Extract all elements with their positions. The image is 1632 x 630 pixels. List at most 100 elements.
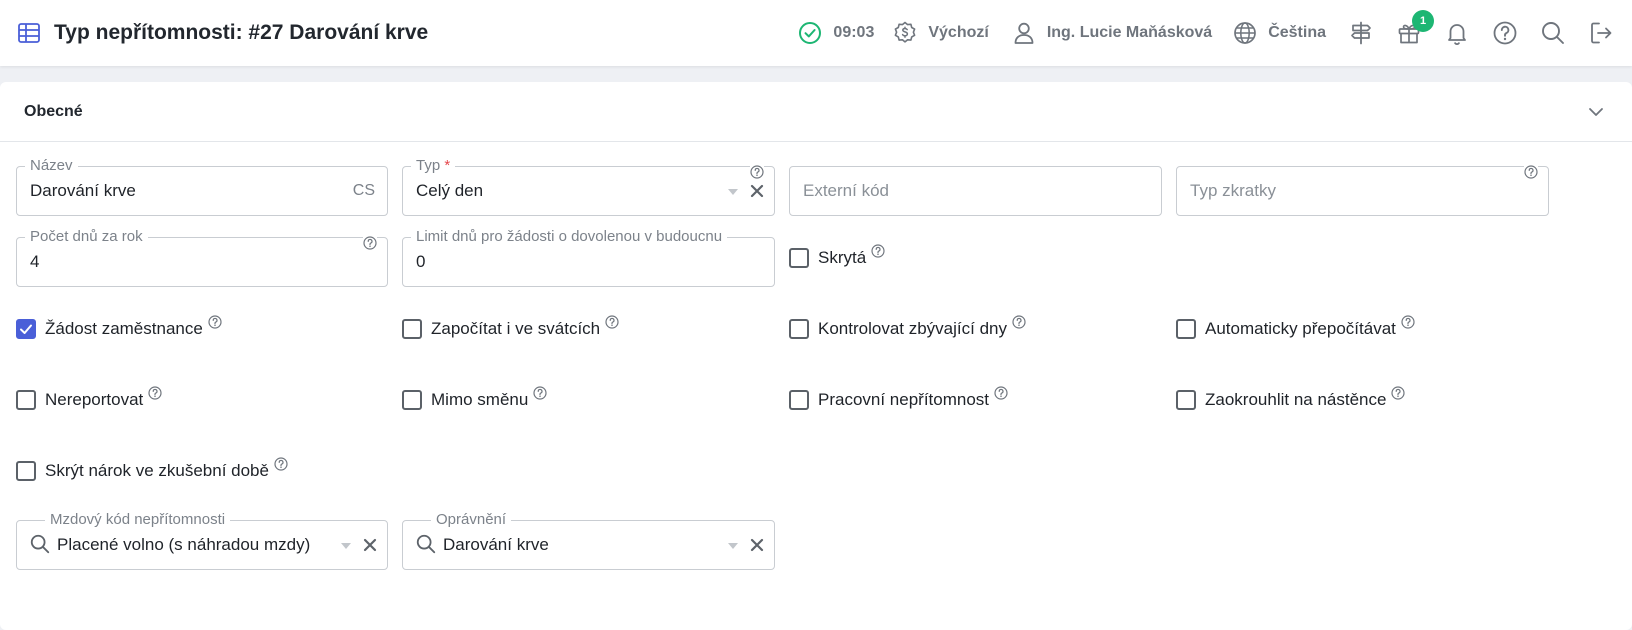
required-mark: * <box>444 157 451 174</box>
round-on-dashboard-label: Zaokrouhlit na nástěnce <box>1205 390 1387 409</box>
section-title: Obecné <box>24 102 83 120</box>
round-on-dashboard-checkbox[interactable]: Zaokrouhlit na nástěnce <box>1176 390 1405 410</box>
payroll-code-value: Placené volno (s náhradou mzdy) <box>57 535 311 554</box>
type-select-label: Typ * <box>411 157 456 175</box>
question-circle-icon <box>1493 21 1517 45</box>
help-icon[interactable] <box>1012 315 1026 329</box>
outside-shift-checkbox[interactable]: Mimo směnu <box>402 390 547 410</box>
check-remaining-days-checkbox[interactable]: Kontrolovat zbývající dny <box>789 319 1026 339</box>
external-code-input[interactable] <box>791 168 1160 214</box>
logout-icon <box>1591 22 1612 44</box>
logout-button[interactable] <box>1588 20 1614 46</box>
section-header[interactable]: Obecné <box>0 82 1632 142</box>
days-per-year-field[interactable]: Počet dnů za rok 4 <box>16 228 388 287</box>
employee-request-label: Žádost zaměstnance <box>45 319 203 338</box>
caret-down-icon[interactable] <box>728 189 738 195</box>
gift-badge: 1 <box>1412 10 1434 32</box>
search-icon <box>415 533 437 555</box>
signpost-button[interactable] <box>1348 20 1374 46</box>
auto-recalculate-label: Automaticky přepočítávat <box>1205 319 1396 338</box>
bell-icon <box>1448 24 1466 45</box>
caret-down-icon[interactable] <box>341 543 351 549</box>
days-per-year-value[interactable]: 4 <box>30 252 39 272</box>
clear-icon[interactable] <box>750 538 764 552</box>
help-icon[interactable] <box>533 386 547 400</box>
name-field-value[interactable]: Darování krve <box>30 181 136 201</box>
permission-label: Oprávnění <box>431 511 512 529</box>
permission-select[interactable]: Oprávnění Darování krve <box>402 511 775 570</box>
checkbox-box[interactable] <box>16 390 36 410</box>
currency-profile-label: Výchozí <box>928 24 989 41</box>
checkbox-box[interactable] <box>1176 390 1196 410</box>
help-icon[interactable] <box>1401 315 1415 329</box>
permission-value: Darování krve <box>443 535 549 554</box>
do-not-report-checkbox[interactable]: Nereportovat <box>16 390 162 410</box>
checkbox-box[interactable] <box>402 319 422 339</box>
general-section-card: Obecné Název Darování krve CS Typ * Celý… <box>0 82 1632 630</box>
gift-button[interactable]: 1 <box>1396 10 1434 46</box>
future-days-limit-value[interactable]: 0 <box>416 252 425 272</box>
count-holidays-checkbox[interactable]: Započítat i ve svátcích <box>402 319 619 339</box>
count-holidays-label: Započítat i ve svátcích <box>431 319 601 338</box>
help-icon[interactable] <box>208 315 222 329</box>
help-icon[interactable] <box>1391 386 1405 400</box>
outside-shift-label: Mimo směnu <box>431 390 529 409</box>
name-field[interactable]: Název Darování krve CS <box>16 157 388 216</box>
clear-icon[interactable] <box>363 538 377 552</box>
checkbox-box-checked[interactable] <box>16 319 36 339</box>
checkbox-box[interactable] <box>789 390 809 410</box>
dollar-badge-icon <box>894 21 916 43</box>
currency-profile[interactable]: Výchozí <box>892 20 989 46</box>
help-icon[interactable] <box>994 386 1008 400</box>
help-icon[interactable] <box>363 236 377 250</box>
hide-entitlement-probation-checkbox[interactable]: Skrýt nárok ve zkušební době <box>16 461 288 481</box>
do-not-report-label: Nereportovat <box>45 390 144 409</box>
user-icon <box>1014 22 1034 44</box>
help-icon[interactable] <box>274 457 288 471</box>
future-days-limit-field[interactable]: Limit dnů pro žádosti o dovolenou v budo… <box>402 228 775 287</box>
clear-icon[interactable] <box>750 184 764 198</box>
help-icon[interactable] <box>750 165 764 179</box>
notifications-button[interactable] <box>1444 20 1470 46</box>
clock-status[interactable]: 09:03 <box>797 20 874 46</box>
auto-recalculate-checkbox[interactable]: Automaticky přepočítávat <box>1176 319 1415 339</box>
help-icon[interactable] <box>605 315 619 329</box>
checkbox-box[interactable] <box>789 319 809 339</box>
work-absence-label: Pracovní nepřítomnost <box>818 390 990 409</box>
payroll-code-select[interactable]: Mzdový kód nepřítomnosti Placené volno (… <box>16 511 388 570</box>
help-icon[interactable] <box>871 244 885 258</box>
work-absence-checkbox[interactable]: Pracovní nepřítomnost <box>789 390 1008 410</box>
abbreviation-type-input[interactable] <box>1178 168 1547 214</box>
help-icon[interactable] <box>148 386 162 400</box>
top-bar-actions: 09:03 Výchozí Ing. Lucie Maňásková Češti… <box>797 0 1632 66</box>
hide-entitlement-probation-label: Skrýt nárok ve zkušební době <box>45 461 269 480</box>
days-per-year-label: Počet dnů za rok <box>25 228 148 246</box>
globe-icon <box>1234 22 1257 44</box>
page-title: Typ nepřítomnosti: #27 Darování krve <box>54 21 429 44</box>
search-icon <box>1542 22 1564 44</box>
search-button[interactable] <box>1540 20 1566 46</box>
type-select-value: Celý den <box>416 181 484 200</box>
external-code-field[interactable] <box>789 166 1162 216</box>
table-icon <box>18 23 40 43</box>
user-name: Ing. Lucie Maňásková <box>1046 24 1213 41</box>
clock-time: 09:03 <box>833 24 875 41</box>
hidden-checkbox[interactable]: Skrytá <box>789 248 885 268</box>
employee-request-checkbox[interactable]: Žádost zaměstnance <box>16 319 222 339</box>
check-circle-icon <box>799 22 822 44</box>
checkbox-box[interactable] <box>789 248 809 268</box>
abbreviation-type-select[interactable] <box>1176 165 1549 216</box>
checkbox-box[interactable] <box>16 461 36 481</box>
checkmark-icon <box>19 322 33 336</box>
name-field-label: Název <box>25 157 78 175</box>
checkbox-box[interactable] <box>402 390 422 410</box>
chevron-down-icon[interactable] <box>1584 100 1608 124</box>
language-selector[interactable]: Čeština <box>1232 20 1326 46</box>
user-menu[interactable]: Ing. Lucie Maňásková <box>1011 20 1212 46</box>
checkbox-box[interactable] <box>1176 319 1196 339</box>
language-suffix[interactable]: CS <box>353 182 375 200</box>
caret-down-icon[interactable] <box>728 543 738 549</box>
help-button[interactable] <box>1492 20 1518 46</box>
type-select[interactable]: Typ * Celý den <box>402 157 775 216</box>
title-area: Typ nepřítomnosti: #27 Darování krve <box>0 20 428 46</box>
